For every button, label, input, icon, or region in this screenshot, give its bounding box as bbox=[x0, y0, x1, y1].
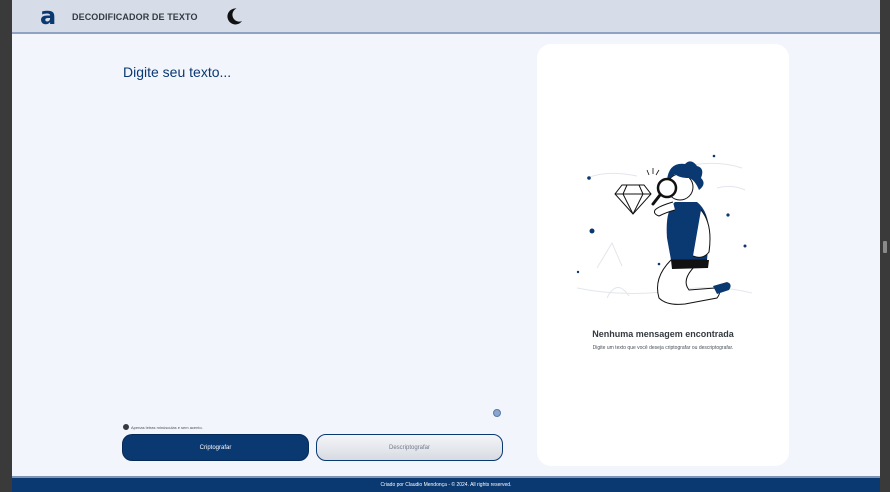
moon-icon[interactable] bbox=[224, 6, 244, 26]
person-magnifier-illustration bbox=[576, 154, 753, 305]
scrollbar-handle[interactable] bbox=[883, 241, 887, 253]
color-dot-icon[interactable] bbox=[493, 409, 501, 417]
warning-text: Apenas letras minúsculas e sem acento. bbox=[131, 424, 203, 430]
app-title: DECODIFICADOR DE TEXTO bbox=[72, 12, 198, 22]
result-panel: Nenhuma mensagem encontrada Digite um te… bbox=[537, 44, 789, 466]
info-icon bbox=[123, 424, 129, 430]
app-window: a DECODIFICADOR DE TEXTO Apenas letras m… bbox=[12, 0, 880, 492]
encrypt-button[interactable]: Criptografar bbox=[122, 434, 309, 461]
footer-text: Criado por Claudio Mendonça - © 2024. Al… bbox=[380, 482, 512, 488]
decrypt-button[interactable]: Descriptografar bbox=[316, 434, 503, 461]
text-input[interactable] bbox=[120, 60, 510, 400]
result-subtitle: Digite um texto que você deseja criptogr… bbox=[592, 345, 734, 351]
footer: Criado por Claudio Mendonça - © 2024. Al… bbox=[12, 476, 880, 492]
result-title: Nenhuma mensagem encontrada bbox=[592, 329, 734, 339]
warning-note: Apenas letras minúsculas e sem acento. bbox=[123, 424, 203, 430]
header: a DECODIFICADOR DE TEXTO bbox=[12, 0, 880, 34]
logo[interactable]: a bbox=[40, 2, 56, 30]
